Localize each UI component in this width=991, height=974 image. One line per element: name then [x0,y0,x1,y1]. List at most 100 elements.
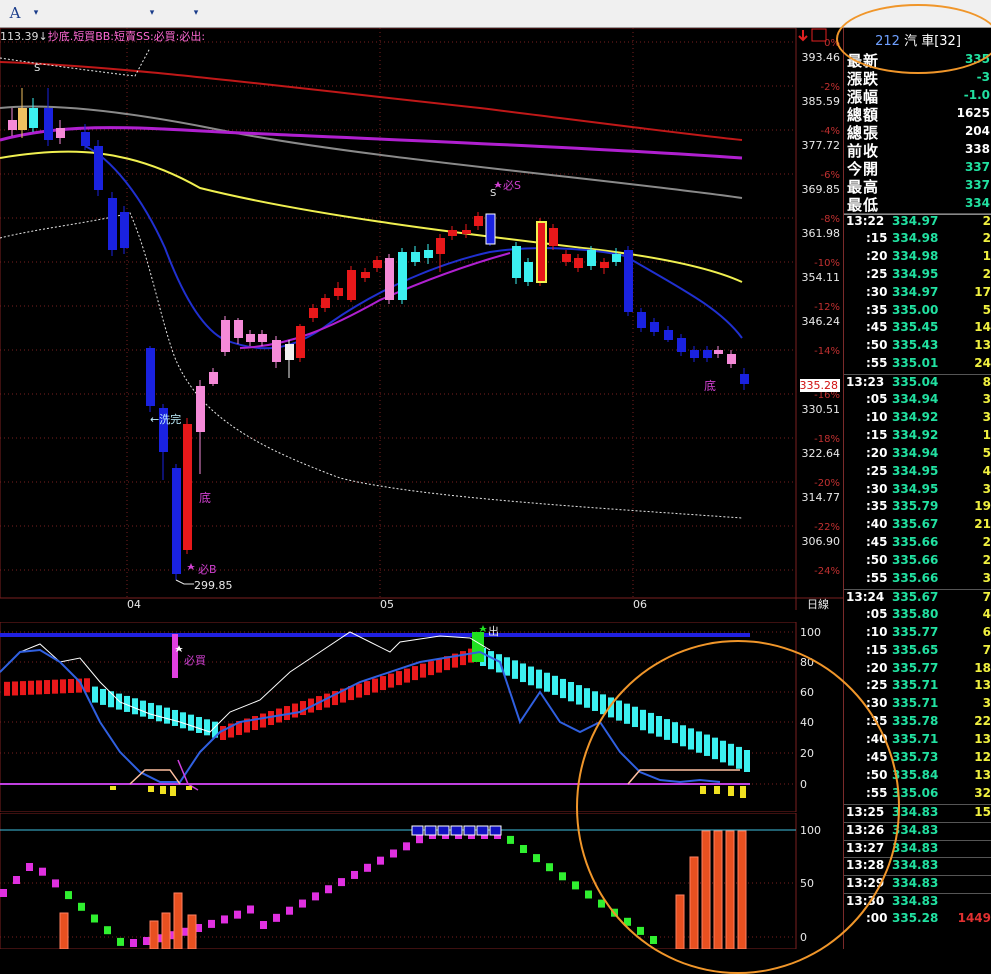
tick-row[interactable]: :35 335.79 19 [844,499,991,517]
tick-price: 335.66 [892,571,939,585]
osc-bar [600,694,606,715]
dropdown-arrow-icon[interactable]: ▾ [146,3,158,23]
dropdown-arrow-icon[interactable]: ▾ [190,3,202,23]
tick-row[interactable]: :30 334.95 3 [844,482,991,500]
tick-row[interactable]: :00 335.28 1449 [844,911,991,929]
color-grid-icon[interactable] [122,3,144,23]
tick-volume: 18 [974,660,991,675]
osc-bar [544,672,550,692]
osc-bar [712,737,718,760]
price-chart[interactable]: 0%-2%-4%-6%-8%-10%-12%-14%-16%-18%-20%-2… [0,28,843,610]
tick-row[interactable]: :20 334.98 1 [844,249,991,267]
candle-body [664,330,673,340]
tick-row[interactable]: 13:30 334.83 [844,893,991,912]
osc2-marker [208,919,215,928]
tick-row[interactable]: :45 335.66 2 [844,535,991,553]
tick-row[interactable]: 13:24 335.67 7 [844,588,991,608]
osc2-marker [572,881,579,890]
tick-row[interactable]: :50 335.43 13 [844,338,991,356]
tick-row[interactable]: :30 334.97 17 [844,285,991,303]
tick-row[interactable]: :30 335.71 3 [844,696,991,714]
tick-row[interactable]: :25 334.95 2 [844,267,991,285]
tick-row[interactable]: :20 335.77 18 [844,661,991,679]
tick-row[interactable]: :40 335.67 21 [844,517,991,535]
osc-bar [140,700,146,717]
kd-oscillator[interactable]: 100 80 60 40 20 0 必買 出 [0,622,843,812]
osc2-marker [143,937,150,946]
tick-row[interactable]: 13:27 334.83 [844,839,991,859]
osc-bar [512,660,518,679]
tick-row[interactable]: :15 334.98 2 [844,231,991,249]
candle-body [108,198,117,250]
tick-row[interactable]: :05 335.80 4 [844,607,991,625]
tick-price: 335.66 [892,553,939,568]
tick-row[interactable]: :45 335.45 14 [844,320,991,338]
overbought-marker [437,825,450,836]
candle-body [373,260,382,268]
tick-row[interactable]: 13:28 334.83 [844,857,991,876]
candle-body [462,230,471,234]
osc2-label: 0 [800,931,807,944]
osc2-marker [533,854,540,863]
tick-row[interactable]: :40 335.71 13 [844,732,991,750]
candle-body [8,120,17,130]
tick-time: :15 [866,427,888,442]
osc2-marker [65,891,72,900]
tick-row[interactable]: :55 335.06 32 [844,786,991,804]
font-icon[interactable]: A [4,3,26,23]
candle-body [714,350,723,354]
tick-row[interactable]: :35 335.00 5 [844,303,991,321]
tick-row[interactable]: :55 335.66 3 [844,571,991,589]
tick-row[interactable]: 13:25 334.83 15 [844,803,991,823]
osc-label: 40 [800,716,814,729]
osc-small-bar [148,786,154,792]
tick-row[interactable]: :25 335.71 13 [844,678,991,696]
tick-row[interactable]: :35 335.78 22 [844,714,991,732]
osc-bar [100,688,106,705]
tick-row[interactable]: :55 335.01 24 [844,356,991,374]
tick-row[interactable]: 13:29 334.83 [844,875,991,894]
must-sell-s-label: 必S [503,179,521,192]
price-label: 361.98 [802,227,841,240]
tick-row[interactable]: :10 334.92 3 [844,410,991,428]
volume-bar [59,912,69,949]
tick-row[interactable]: :15 335.65 7 [844,643,991,661]
tick-row[interactable]: :50 335.66 2 [844,553,991,571]
candle-body [677,338,686,352]
tick-row[interactable]: :15 334.92 1 [844,428,991,446]
osc-bar [28,680,34,695]
quote-title[interactable]: 212 汽 車[32] [844,30,991,49]
rsi-oscillator[interactable]: 100 50 0 [0,813,843,949]
tick-row[interactable]: 13:23 335.04 8 [844,374,991,393]
tick-volume: 2 [982,535,991,550]
save-icon[interactable] [162,3,182,23]
tick-row[interactable]: :05 334.94 3 [844,392,991,410]
tick-time: :45 [866,535,888,550]
tick-row[interactable]: :50 335.84 13 [844,768,991,786]
draw-rect-icon[interactable] [44,3,64,23]
pct-label: -8% [821,214,840,225]
tick-time: :00 [866,911,888,926]
tick-price: 335.77 [892,624,939,639]
tick-time: :25 [866,266,888,281]
tick-row[interactable]: :25 334.95 4 [844,464,991,482]
osc-small-bar [700,786,706,794]
overbought-marker [450,825,463,836]
osc2-marker [78,902,85,911]
pct-label: -24% [814,566,840,577]
tick-price: 334.98 [892,230,939,245]
tick-row[interactable]: :20 334.94 5 [844,446,991,464]
tick-row[interactable]: :10 335.77 6 [844,625,991,643]
osc2-marker [338,878,345,887]
tick-volume: 5 [982,302,991,317]
tick-row[interactable]: 13:22 334.97 2 [844,213,991,232]
eraser-icon[interactable] [68,3,88,23]
dropdown-arrow-icon[interactable]: ▾ [30,3,42,23]
copy-chart-icon[interactable] [94,3,114,23]
overbought-marker [463,825,476,836]
tick-row[interactable]: :45 335.73 12 [844,750,991,768]
osc-small-bar [714,786,720,794]
tick-row[interactable]: 13:26 334.83 [844,821,991,841]
osc-bar [36,680,42,695]
osc-bar [624,703,630,724]
